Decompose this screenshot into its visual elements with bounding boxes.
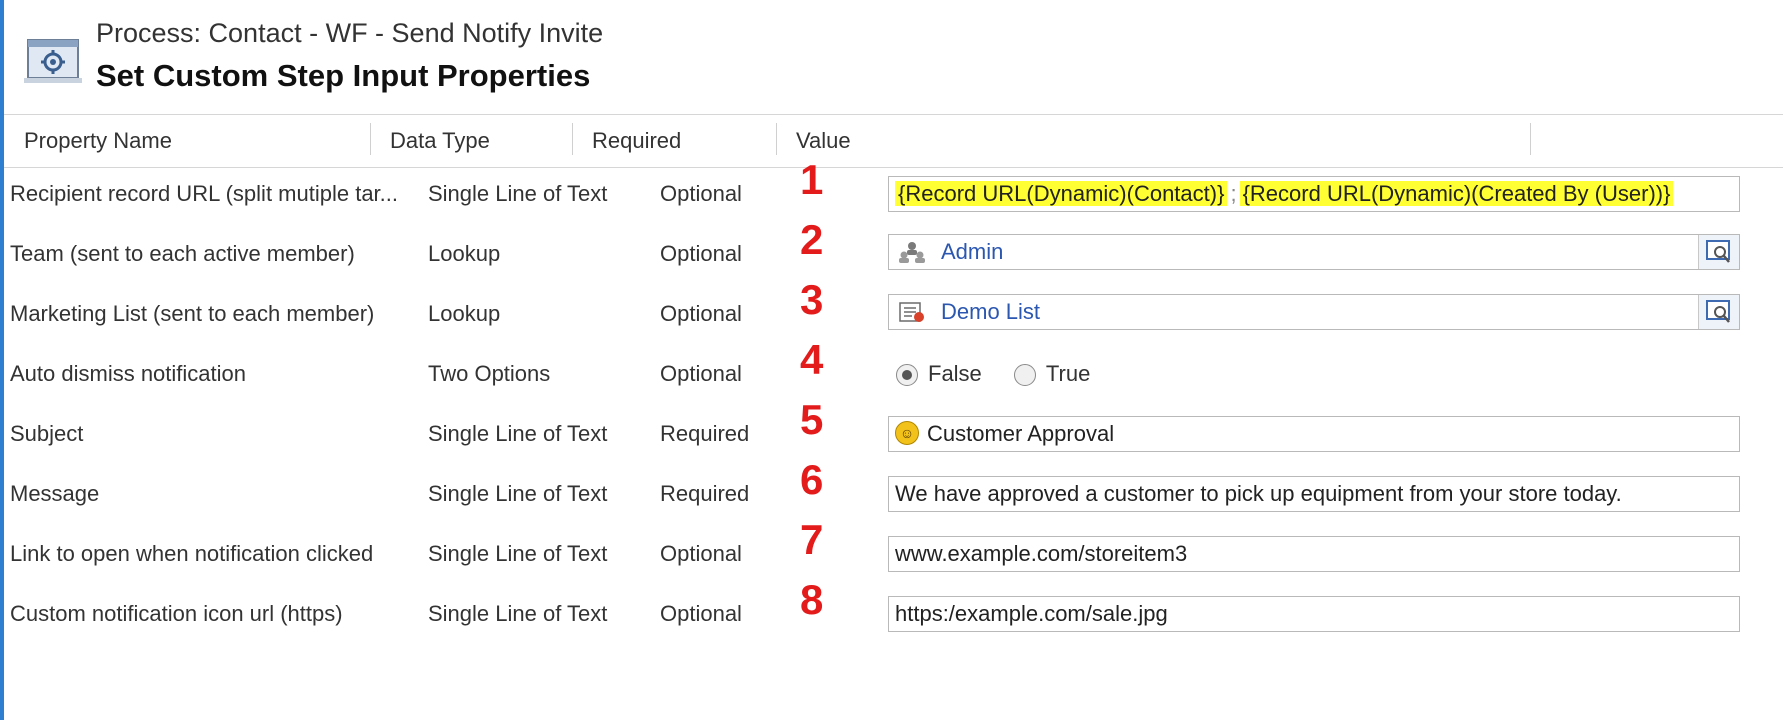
radio-button[interactable] (1013, 364, 1036, 387)
required-status: Optional (660, 181, 742, 206)
team-icon (899, 242, 925, 263)
data-type: Single Line of Text (428, 421, 608, 446)
emoji-icon: ☺ (895, 421, 919, 446)
recipient-url-field[interactable]: {Record URL(Dynamic)(Contact)}; {Record U… (888, 176, 1740, 212)
lookup-value-link[interactable]: Admin (941, 235, 1003, 269)
step-marker: 3 (800, 276, 824, 323)
dynamic-value-token[interactable]: {Record URL(Dynamic)(Contact)} (895, 181, 1228, 206)
subject-value: Customer Approval (927, 421, 1115, 446)
required-status: Optional (660, 601, 742, 626)
table-row: Marketing List (sent to each member) Loo… (0, 276, 1783, 346)
table-row: Team (sent to each active member) Lookup… (0, 216, 1783, 286)
required-status: Required (660, 421, 750, 446)
data-type: Single Line of Text (428, 541, 608, 566)
property-name: Auto dismiss notification (10, 361, 246, 386)
data-type: Single Line of Text (428, 601, 608, 626)
required-status: Optional (660, 241, 742, 266)
radio-option-false[interactable]: False (896, 360, 982, 388)
process-name: Process: Contact - WF - Send Notify Invi… (96, 18, 604, 48)
radio-label: False (928, 361, 982, 386)
column-divider[interactable] (1530, 123, 1531, 155)
lookup-value-link[interactable]: Demo List (941, 295, 1040, 329)
table-row: Link to open when notification clicked S… (0, 516, 1783, 586)
dynamic-value-token[interactable]: {Record URL(Dynamic)(Created By (User))} (1239, 181, 1674, 206)
column-header-property-name[interactable]: Property Name (4, 115, 172, 167)
process-settings-icon (24, 39, 82, 83)
property-name: Custom notification icon url (https) (10, 601, 343, 626)
property-name: Link to open when notification clicked (10, 541, 374, 566)
property-name: Recipient record URL (split mutiple tar.… (10, 181, 398, 206)
data-type: Single Line of Text (428, 481, 608, 506)
step-marker: 1 (800, 156, 824, 203)
table-row: Auto dismiss notification Two Options Op… (0, 336, 1783, 406)
marketing-list-lookup-field[interactable]: Demo List (888, 294, 1740, 330)
step-marker: 5 (800, 396, 824, 443)
auto-dismiss-options: False True (896, 360, 1116, 388)
dialog-header: Process: Contact - WF - Send Notify Invi… (20, 14, 1760, 104)
data-type: Lookup (428, 241, 501, 266)
required-status: Optional (660, 541, 742, 566)
data-type: Two Options (428, 361, 551, 386)
table-row: Custom notification icon url (https) Sin… (0, 576, 1783, 646)
column-header-data-type[interactable]: Data Type (370, 115, 490, 167)
table-row: Message Single Line of Text Required 6 W… (0, 456, 1783, 526)
step-marker: 6 (800, 456, 824, 503)
required-status: Optional (660, 301, 742, 326)
lookup-search-icon (1706, 300, 1730, 323)
data-type: Lookup (428, 301, 501, 326)
data-type: Single Line of Text (428, 181, 608, 206)
subject-field[interactable]: ☺ Customer Approval (888, 416, 1740, 452)
property-name: Message (10, 481, 100, 506)
lookup-search-icon (1706, 240, 1730, 263)
team-lookup-field[interactable]: Admin (888, 234, 1740, 270)
link-url-field[interactable]: www.example.com/storeitem3 (888, 536, 1740, 572)
message-field[interactable]: We have approved a customer to pick up e… (888, 476, 1740, 512)
icon-url-field[interactable]: https:/example.com/sale.jpg (888, 596, 1740, 632)
step-marker: 2 (800, 216, 824, 263)
radio-option-true[interactable]: True (1013, 360, 1091, 388)
radio-label: True (1045, 361, 1091, 386)
table-row: Subject Single Line of Text Required 5 ☺… (0, 396, 1783, 466)
property-name: Marketing List (sent to each member) (10, 301, 375, 326)
column-header-required[interactable]: Required (572, 115, 681, 167)
table-row: Recipient record URL (split mutiple tar.… (0, 156, 1783, 226)
marketing-list-icon (899, 302, 924, 322)
step-marker: 8 (800, 576, 824, 623)
required-status: Required (660, 481, 750, 506)
radio-button[interactable] (896, 364, 918, 387)
required-status: Optional (660, 361, 742, 386)
step-marker: 7 (800, 516, 824, 563)
property-name: Subject (10, 421, 84, 446)
property-name: Team (sent to each active member) (10, 241, 355, 266)
lookup-button[interactable] (1698, 295, 1739, 329)
page-title: Set Custom Step Input Properties (96, 58, 591, 93)
grid-header: Property Name Data Type Required Value (4, 114, 1783, 168)
step-marker: 4 (800, 336, 824, 383)
lookup-button[interactable] (1698, 235, 1739, 269)
value-separator: ; (1230, 181, 1237, 206)
